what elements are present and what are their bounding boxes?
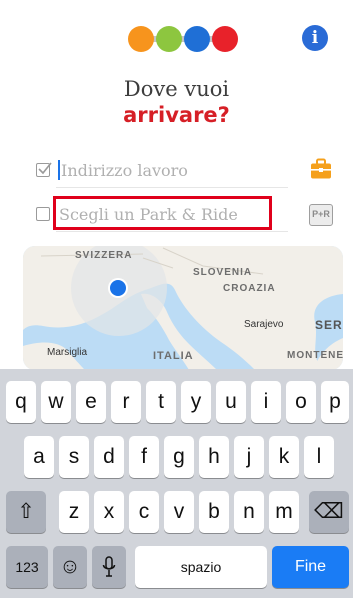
map-label: CROAZIA <box>223 283 276 294</box>
logo-dot-green <box>156 26 182 52</box>
map-label: SLOVENIA <box>193 267 253 278</box>
key-n[interactable]: n <box>234 491 264 533</box>
key-v[interactable]: v <box>164 491 194 533</box>
key-i[interactable]: i <box>251 381 281 423</box>
headline-destination: arrivare? <box>123 103 230 127</box>
key-h[interactable]: h <box>199 436 229 478</box>
key-f[interactable]: f <box>129 436 159 478</box>
logo-dot-orange <box>128 26 154 52</box>
numbers-key[interactable]: 123 <box>6 546 48 588</box>
key-d[interactable]: d <box>94 436 124 478</box>
app-logo <box>128 26 238 52</box>
key-z[interactable]: z <box>59 491 89 533</box>
key-o[interactable]: o <box>286 381 316 423</box>
key-k[interactable]: k <box>269 436 299 478</box>
key-g[interactable]: g <box>164 436 194 478</box>
done-key[interactable]: Fine <box>272 546 349 588</box>
key-e[interactable]: e <box>76 381 106 423</box>
info-icon[interactable]: i <box>302 25 328 51</box>
check-icon <box>38 162 52 175</box>
key-r[interactable]: r <box>111 381 141 423</box>
key-y[interactable]: y <box>181 381 211 423</box>
emoji-key[interactable]: ☺ <box>53 546 87 588</box>
map-label: SVIZZERA <box>75 250 133 261</box>
field-divider <box>56 187 288 188</box>
onscreen-keyboard: q w e r t y u i o p a s d f g h j k l ⇧ … <box>0 369 353 598</box>
logo-dot-red <box>212 26 238 52</box>
microphone-key[interactable] <box>92 546 126 588</box>
text-caret <box>58 160 60 180</box>
key-l[interactable]: l <box>304 436 334 478</box>
map-label: Marsiglia <box>47 347 88 358</box>
highlight-box <box>53 196 272 230</box>
park-ride-checkbox[interactable] <box>36 207 50 221</box>
map-label: ITALIA <box>153 350 194 362</box>
key-m[interactable]: m <box>269 491 299 533</box>
map-label: MONTENEGR <box>287 350 343 361</box>
key-a[interactable]: a <box>24 436 54 478</box>
key-u[interactable]: u <box>216 381 246 423</box>
delete-key[interactable]: ⌫ <box>309 491 349 533</box>
key-q[interactable]: q <box>6 381 36 423</box>
space-key[interactable]: spazio <box>135 546 267 588</box>
work-address-input[interactable]: Indirizzo lavoro <box>61 161 188 180</box>
key-s[interactable]: s <box>59 436 89 478</box>
location-map[interactable]: SVIZZERA SLOVENIA CROAZIA Sarajevo SER M… <box>23 246 343 370</box>
shift-key[interactable]: ⇧ <box>6 491 46 533</box>
current-location-icon <box>108 278 128 298</box>
map-label: SER <box>315 318 343 332</box>
key-x[interactable]: x <box>94 491 124 533</box>
microphone-icon <box>102 556 116 577</box>
logo-dot-blue <box>184 26 210 52</box>
park-and-ride-icon[interactable]: P+R <box>309 204 333 226</box>
map-label: Sarajevo <box>244 319 284 330</box>
key-c[interactable]: c <box>129 491 159 533</box>
headline-question: Dove vuoi <box>123 77 230 101</box>
key-t[interactable]: t <box>146 381 176 423</box>
key-j[interactable]: j <box>234 436 264 478</box>
key-p[interactable]: p <box>321 381 349 423</box>
briefcase-icon[interactable] <box>310 158 332 180</box>
key-w[interactable]: w <box>41 381 71 423</box>
key-b[interactable]: b <box>199 491 229 533</box>
field-divider <box>56 231 288 232</box>
